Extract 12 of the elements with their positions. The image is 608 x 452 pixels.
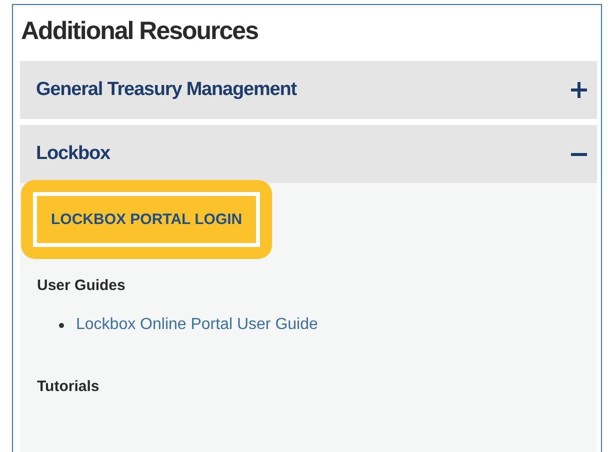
plus-icon xyxy=(571,82,587,98)
login-button[interactable]: LOCKBOX PORTAL LOGIN xyxy=(33,192,260,247)
group-heading: User Guides xyxy=(37,277,126,294)
accordion-title: Lockbox xyxy=(36,143,110,165)
group-heading: Tutorials xyxy=(37,378,100,395)
accordion-title: General Treasury Management xyxy=(36,79,296,101)
bullet-icon xyxy=(59,322,64,328)
section-title: Additional Resources xyxy=(20,16,259,47)
accordion-header[interactable]: General Treasury Management xyxy=(20,61,597,119)
guide-link[interactable]: Lockbox Online Portal User Guide xyxy=(76,316,318,334)
accordion-header[interactable]: Lockbox xyxy=(20,125,597,183)
minus-icon xyxy=(571,152,587,156)
